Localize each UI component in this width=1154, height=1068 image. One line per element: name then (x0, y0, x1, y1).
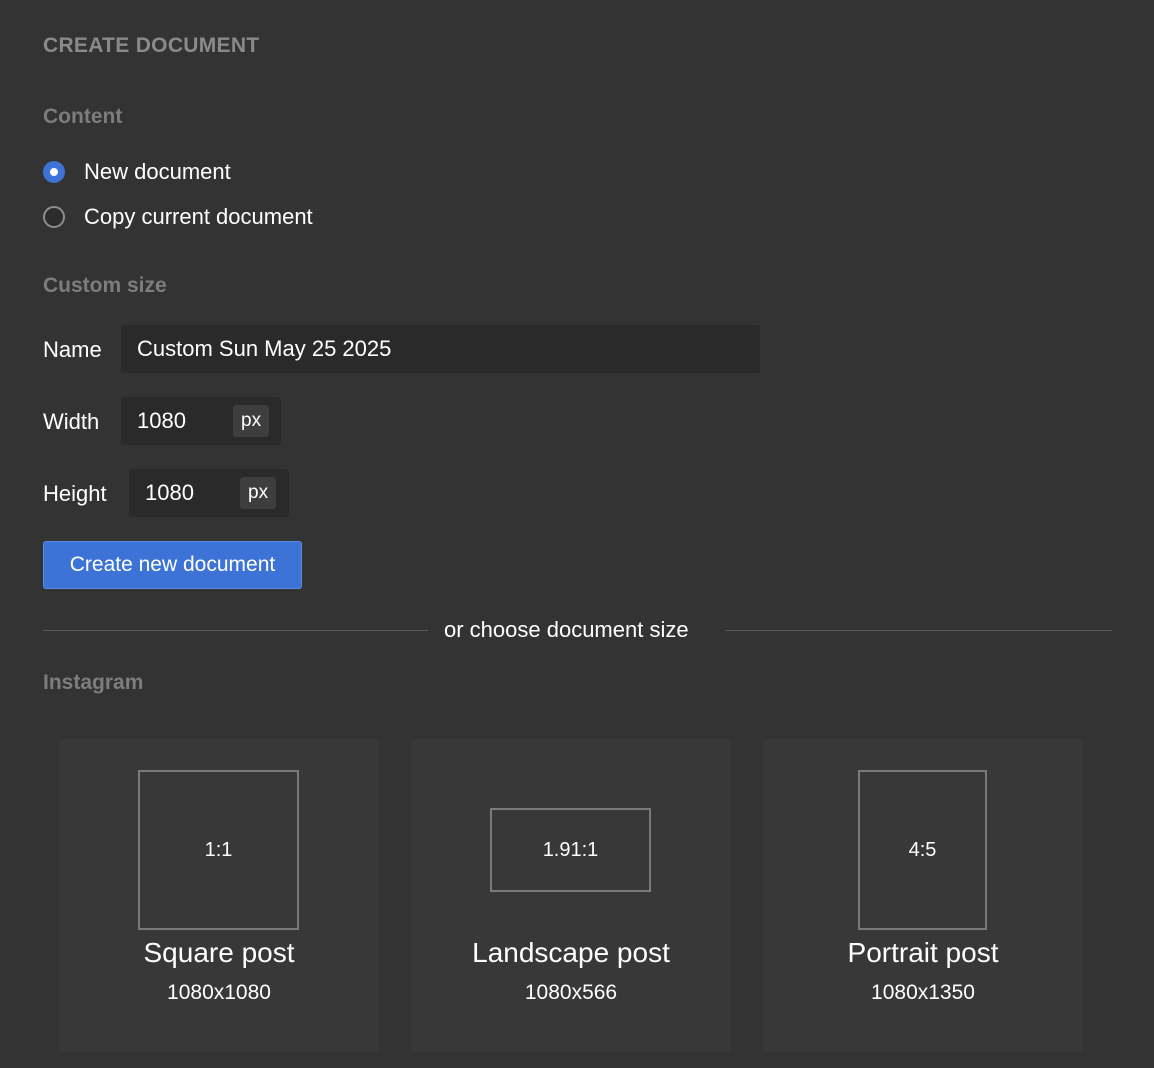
preset-ratio: 1.91:1 (542, 838, 599, 861)
preset-card-square-post[interactable]: 1:1 Square post 1080x1080 (59, 739, 379, 1052)
panel-title: CREATE DOCUMENT (43, 34, 260, 57)
name-input-value: Custom Sun May 25 2025 (137, 336, 392, 361)
preset-name: Portrait post (847, 937, 999, 968)
divider-line-right (726, 630, 1112, 631)
preset-dimensions: 1080x1080 (167, 981, 271, 1004)
preset-ratio: 1:1 (204, 838, 233, 861)
preset-preview-landscape: 1.91:1 (490, 808, 651, 892)
radio-copy-current-document[interactable]: Copy current document (43, 204, 313, 230)
preset-name: Landscape post (472, 937, 670, 968)
height-input[interactable]: 1080 px (129, 469, 289, 517)
custom-size-section-label: Custom size (43, 274, 167, 297)
radio-checked-icon[interactable] (43, 161, 65, 183)
width-input[interactable]: 1080 px (121, 397, 281, 445)
divider-line-left (43, 630, 428, 631)
height-label: Height (43, 481, 107, 506)
create-document-panel: CREATE DOCUMENT Content New document Cop… (0, 0, 1154, 1068)
divider-text: or choose document size (444, 617, 689, 642)
preset-preview-portrait: 4:5 (858, 770, 987, 930)
radio-label-copy-current: Copy current document (84, 204, 313, 229)
preset-card-portrait-post[interactable]: 4:5 Portrait post 1080x1350 (763, 739, 1083, 1052)
height-unit-badge: px (240, 477, 277, 509)
radio-new-document[interactable]: New document (43, 159, 231, 185)
width-label: Width (43, 409, 100, 434)
content-section-label: Content (43, 105, 123, 128)
preset-ratio: 4:5 (908, 838, 937, 861)
instagram-section-label: Instagram (43, 671, 144, 694)
preset-dimensions: 1080x1350 (871, 981, 975, 1004)
width-input-value: 1080 (137, 408, 186, 433)
create-new-document-button[interactable]: Create new document (43, 541, 302, 589)
name-label: Name (43, 337, 102, 362)
width-unit-badge: px (233, 405, 270, 437)
radio-unchecked-icon[interactable] (43, 206, 65, 228)
preset-preview-square: 1:1 (138, 770, 299, 930)
preset-dimensions: 1080x566 (524, 981, 618, 1004)
name-input[interactable]: Custom Sun May 25 2025 (121, 325, 760, 373)
height-input-value: 1080 (145, 480, 194, 505)
preset-card-landscape-post[interactable]: 1.91:1 Landscape post 1080x566 (411, 739, 731, 1052)
preset-name: Square post (143, 937, 295, 968)
radio-label-new-document: New document (84, 159, 231, 184)
